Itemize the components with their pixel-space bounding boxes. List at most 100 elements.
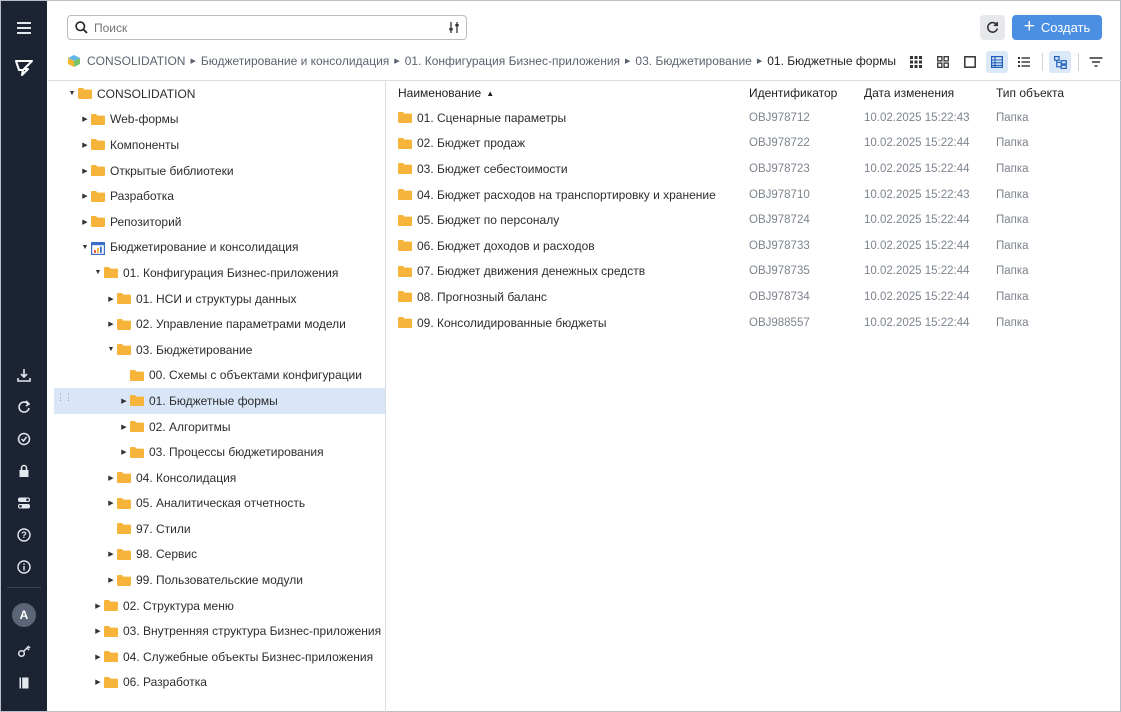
collapse-arrow-icon[interactable]: ▶	[92, 602, 104, 610]
table-row[interactable]: 03. Бюджет себестоимости OBJ978723 10.02.2…	[398, 156, 1118, 182]
view-grid-icon[interactable]	[932, 51, 954, 73]
breadcrumb-item[interactable]: Бюджетирование и консолидация	[201, 54, 389, 68]
tree-node-label: Открытые библиотеки	[110, 163, 234, 178]
expand-arrow-icon[interactable]: ▼	[79, 244, 91, 251]
tree-node[interactable]: 00. Схемы с объектами конфигурации	[54, 363, 385, 389]
tree-toggle-icon[interactable]	[1049, 51, 1071, 73]
table-row[interactable]: 08. Прогнозный баланс OBJ978734 10.02.2025…	[398, 284, 1118, 310]
collapse-arrow-icon[interactable]: ▶	[92, 653, 104, 661]
refresh-task-icon[interactable]	[1, 393, 47, 421]
collapse-arrow-icon[interactable]: ▶	[79, 115, 91, 123]
tree-node[interactable]: ▶ 04. Консолидация	[54, 465, 385, 491]
view-list-icon[interactable]	[1013, 51, 1035, 73]
tree-node[interactable]: ▶ 02. Управление параметрами модели	[54, 311, 385, 337]
table-row[interactable]: 05. Бюджет по персоналу OBJ978724 10.02.20…	[398, 207, 1118, 233]
menu-icon[interactable]	[1, 14, 47, 42]
folder-icon	[398, 137, 412, 149]
cell-name: 05. Бюджет по персоналу	[398, 213, 749, 227]
collapse-arrow-icon[interactable]: ▶	[79, 192, 91, 200]
cell-date: 10.02.2025 15:22:43	[864, 188, 970, 201]
tree-node[interactable]: 97. Стили	[54, 516, 385, 542]
view-small-grid-icon[interactable]	[905, 51, 927, 73]
collapse-arrow-icon[interactable]: ▶	[105, 474, 117, 482]
folder-icon	[398, 214, 412, 226]
tree-node[interactable]: ▶ 05. Аналитическая отчетность	[54, 491, 385, 517]
search-filter-icon[interactable]	[442, 16, 466, 39]
expand-arrow-icon[interactable]: ▼	[66, 90, 78, 97]
tree-node[interactable]: ▼ 01. Конфигурация Бизнес-приложения	[54, 260, 385, 286]
breadcrumb-item[interactable]: 03. Бюджетирование	[635, 54, 751, 68]
collapse-arrow-icon[interactable]: ▶	[105, 320, 117, 328]
breadcrumb-item[interactable]: 01. Конфигурация Бизнес-приложения	[405, 54, 620, 68]
panel-splitter[interactable]	[385, 80, 386, 712]
collapse-arrow-icon[interactable]: ▶	[92, 627, 104, 635]
filter-icon[interactable]	[1085, 51, 1107, 73]
tree-node-label: 06. Разработка	[123, 675, 207, 690]
collapse-arrow-icon[interactable]: ▶	[118, 397, 130, 405]
logo-icon[interactable]	[1, 53, 47, 81]
column-header-id[interactable]: Идентификатор	[749, 86, 864, 100]
collapse-arrow-icon[interactable]: ▶	[105, 295, 117, 303]
collapse-arrow-icon[interactable]: ▶	[79, 141, 91, 149]
collapse-arrow-icon[interactable]: ▶	[79, 167, 91, 175]
tree-node[interactable]: ▶ Репозиторий	[54, 209, 385, 235]
cell-name-text: 06. Бюджет доходов и расходов	[417, 238, 595, 253]
tree-node[interactable]: ▶ 03. Процессы бюджетирования	[54, 439, 385, 465]
breadcrumb-item[interactable]: CONSOLIDATION	[87, 54, 185, 68]
user-avatar-button[interactable]: A	[1, 601, 47, 629]
info-icon[interactable]	[1, 553, 47, 581]
tree-node[interactable]: ▶ 02. Структура меню	[54, 593, 385, 619]
tree-node[interactable]: ▼ Бюджетирование и консолидация	[54, 235, 385, 261]
tree-node[interactable]: ▶ 01. НСИ и структуры данных	[54, 286, 385, 312]
tree-node[interactable]: ▶ Разработка	[54, 183, 385, 209]
view-table-icon[interactable]	[986, 51, 1008, 73]
tree-node[interactable]: ▶ 99. Пользовательские модули	[54, 567, 385, 593]
drag-handle-icon[interactable]: ⋮⋮	[56, 393, 73, 402]
collapse-arrow-icon[interactable]: ▶	[79, 218, 91, 226]
tree-node-label: Разработка	[110, 189, 174, 204]
book-icon[interactable]	[1, 669, 47, 697]
table-row[interactable]: 07. Бюджет движения денежных средств OBJ9…	[398, 259, 1118, 285]
expand-arrow-icon[interactable]: ▼	[105, 346, 117, 353]
column-header-date[interactable]: Дата изменения	[864, 86, 996, 100]
tree-node[interactable]: ▼ 03. Бюджетирование	[54, 337, 385, 363]
column-header-name[interactable]: Наименование ▲	[398, 86, 749, 100]
sync-icon[interactable]	[1, 425, 47, 453]
help-icon[interactable]: ?	[1, 521, 47, 549]
refresh-button[interactable]	[980, 15, 1005, 40]
table-row[interactable]: 01. Сценарные параметры OBJ978712 10.02.20…	[398, 105, 1118, 131]
collapse-arrow-icon[interactable]: ▶	[105, 499, 117, 507]
collapse-arrow-icon[interactable]: ▶	[105, 550, 117, 558]
tree-node[interactable]: ▶ 06. Разработка	[54, 670, 385, 696]
view-large-icon[interactable]	[959, 51, 981, 73]
cell-name-text: 09. Консолидированные бюджеты	[417, 315, 607, 330]
table-row[interactable]: 06. Бюджет доходов и расходов OBJ978733 10…	[398, 233, 1118, 259]
tree-node[interactable]: ▶ 98. Сервис	[54, 542, 385, 568]
tree-node[interactable]: ▶ Компоненты	[54, 132, 385, 158]
tree-node[interactable]: ▶ Открытые библиотеки	[54, 158, 385, 184]
cell-date: 10.02.2025 15:22:44	[864, 265, 970, 278]
tree-node[interactable]: ▶ 03. Внутренняя структура Бизнес-приложе…	[54, 618, 385, 644]
tree-node[interactable]: ▼ CONSOLIDATION	[54, 81, 385, 107]
lock-icon[interactable]	[1, 457, 47, 485]
expand-arrow-icon[interactable]: ▼	[92, 269, 104, 276]
collapse-arrow-icon[interactable]: ▶	[105, 576, 117, 584]
tree-node[interactable]: ▶ 02. Алгоритмы	[54, 414, 385, 440]
create-button[interactable]: + Создать	[1012, 15, 1102, 40]
toggle-icon[interactable]	[1, 489, 47, 517]
tree-node[interactable]: ▶ 04. Служебные объекты Бизнес-приложения	[54, 644, 385, 670]
search-input[interactable]	[94, 20, 442, 35]
import-icon[interactable]	[1, 361, 47, 389]
collapse-arrow-icon[interactable]: ▶	[118, 423, 130, 431]
table-row[interactable]: 04. Бюджет расходов на транспортировку и…	[398, 182, 1118, 208]
table-row[interactable]: 02. Бюджет продаж OBJ978722 10.02.2025 15:…	[398, 131, 1118, 157]
folder-icon	[117, 293, 131, 305]
collapse-arrow-icon[interactable]: ▶	[118, 448, 130, 456]
tree-node-selected[interactable]: ⋮⋮ ▶ 01. Бюджетные формы	[54, 388, 385, 414]
tree-node[interactable]: ▶ Web-формы	[54, 107, 385, 133]
folder-icon	[104, 651, 118, 663]
key-icon[interactable]	[1, 637, 47, 665]
column-header-type[interactable]: Тип объекта	[996, 86, 1096, 100]
table-row[interactable]: 09. Консолидированные бюджеты OBJ988557 10…	[398, 310, 1118, 336]
collapse-arrow-icon[interactable]: ▶	[92, 678, 104, 686]
